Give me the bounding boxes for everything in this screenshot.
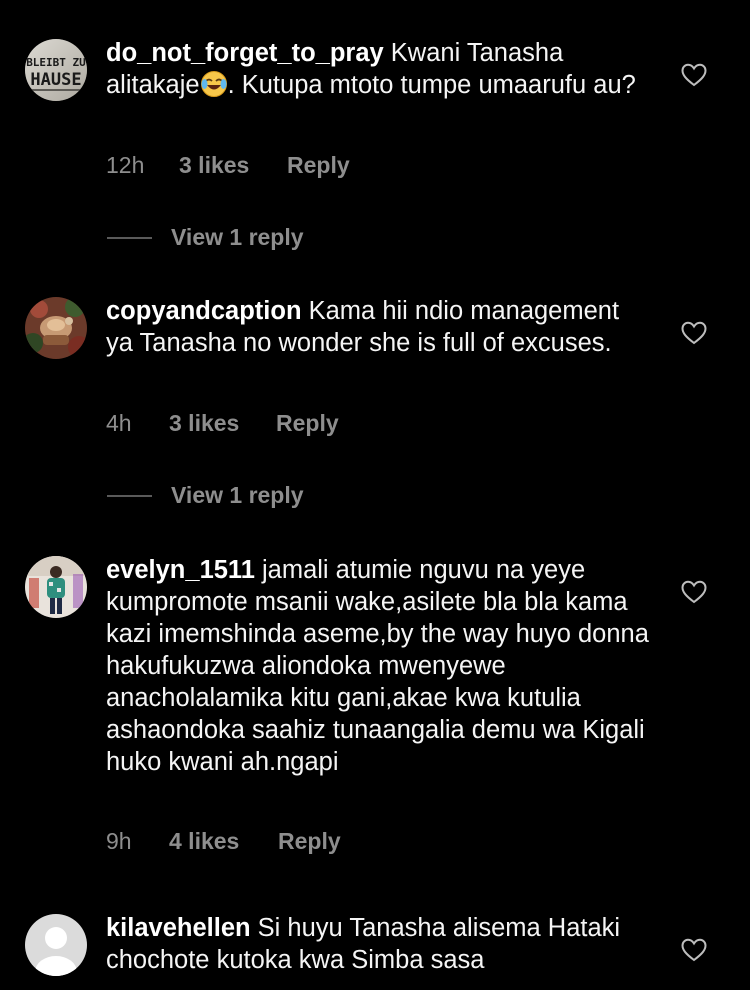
comment-text-part: jamali atumie nguvu na yeye kumpromote m…: [106, 556, 656, 776]
comment-username[interactable]: copyandcaption: [106, 297, 302, 325]
heart-outline-icon[interactable]: [681, 63, 707, 87]
comment-text: evelyn_1511 jamali atumie nguvu na yeye …: [106, 554, 651, 778]
comment-text-part: . Kutupa mtoto tumpe umaarufu au?: [227, 71, 636, 99]
divider: [107, 495, 152, 497]
likes-count[interactable]: 3 likes: [169, 408, 239, 438]
likes-count[interactable]: 4 likes: [169, 826, 239, 856]
joy-emoji-icon: [200, 71, 227, 97]
heart-outline-icon[interactable]: [681, 938, 707, 962]
avatar[interactable]: [25, 556, 87, 618]
comment-text: kilavehellen Si huyu Tanasha alisema Hat…: [106, 912, 651, 990]
comment-username[interactable]: do_not_forget_to_pray: [106, 39, 384, 67]
comment-text: copyandcaption Kama hii ndio management …: [106, 295, 651, 359]
comment-time: 4h: [106, 410, 132, 436]
reply-button[interactable]: Reply: [276, 408, 339, 438]
avatar[interactable]: BLEIBT ZU HAUSE: [25, 39, 87, 101]
divider: [107, 237, 152, 239]
avatar[interactable]: [25, 297, 87, 359]
comment-time: 12h: [106, 152, 145, 178]
reply-button[interactable]: Reply: [287, 150, 350, 180]
view-replies-label: View 1 reply: [171, 224, 304, 250]
svg-text:BLEIBT ZU: BLEIBT ZU: [26, 56, 86, 69]
heart-outline-icon[interactable]: [681, 321, 707, 345]
likes-count[interactable]: 3 likes: [179, 150, 249, 180]
comment-text: do_not_forget_to_pray Kwani Tanasha alit…: [106, 37, 651, 101]
avatar[interactable]: [25, 914, 87, 976]
reply-button[interactable]: Reply: [278, 826, 341, 856]
comment-username[interactable]: evelyn_1511: [106, 556, 255, 584]
comment-username[interactable]: kilavehellen: [106, 914, 251, 942]
comment-time: 9h: [106, 828, 132, 854]
svg-text:HAUSE: HAUSE: [30, 70, 81, 90]
heart-outline-icon[interactable]: [681, 580, 707, 604]
view-replies-label: View 1 reply: [171, 482, 304, 508]
